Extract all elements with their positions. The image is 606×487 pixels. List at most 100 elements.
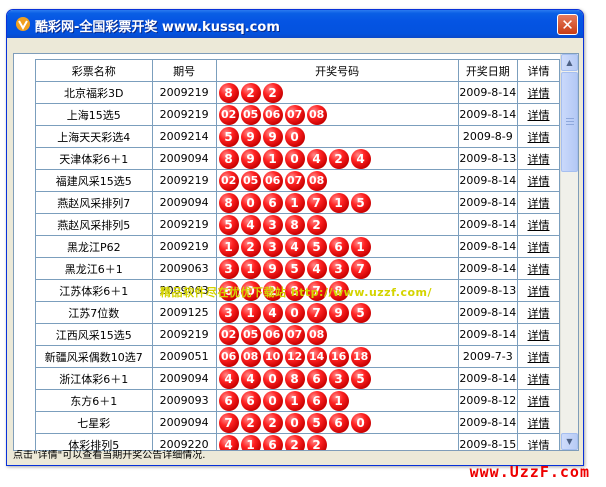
details-link[interactable]: 详情 — [528, 351, 550, 364]
issue-cell: 2009220 — [151, 433, 217, 450]
details-link[interactable]: 详情 — [528, 219, 550, 232]
scroll-thumb[interactable] — [561, 72, 578, 172]
number-ball: 4 — [218, 434, 239, 450]
number-ball: 1 — [350, 236, 371, 257]
number-ball: 9 — [262, 258, 283, 279]
number-ball: 2 — [284, 434, 305, 450]
number-ball: 1 — [328, 192, 349, 213]
draw-date-cell: 2009-8-13 — [457, 279, 519, 302]
lottery-name-cell: 上海15选5 — [35, 103, 153, 126]
number-ball: 4 — [306, 258, 327, 279]
watermark-text: 精品软件尽在优优下载站 http://www.uzzf.com/ — [160, 286, 433, 299]
winning-numbers-cell: 4408635 — [215, 367, 459, 390]
lottery-name-cell: 七星彩 — [35, 411, 153, 434]
number-ball: 9 — [240, 148, 261, 169]
number-ball: 14 — [306, 346, 327, 367]
draw-date-cell: 2009-8-12 — [457, 389, 519, 412]
vertical-scrollbar[interactable]: ▲ ▼ — [560, 54, 578, 450]
header-details: 详情 — [517, 59, 560, 82]
details-link[interactable]: 详情 — [528, 373, 550, 386]
number-ball: 5 — [218, 214, 239, 235]
draw-date-cell: 2009-8-14 — [457, 257, 519, 280]
number-ball: 05 — [240, 104, 261, 125]
details-cell: 详情 — [517, 433, 560, 451]
draw-date-cell: 2009-8-14 — [457, 235, 519, 258]
details-cell: 详情 — [517, 345, 560, 368]
details-link[interactable]: 详情 — [528, 87, 550, 100]
number-ball: 0 — [284, 412, 305, 433]
details-cell: 详情 — [517, 169, 560, 192]
details-link[interactable]: 详情 — [528, 285, 550, 298]
details-link[interactable]: 详情 — [528, 417, 550, 430]
draw-date-cell: 2009-8-9 — [457, 125, 519, 148]
number-ball: 1 — [284, 390, 305, 411]
draw-date-cell: 2009-8-14 — [457, 367, 519, 390]
number-ball: 08 — [306, 104, 327, 125]
table-row: 黑龙江6＋1 2009063 3 1 9 5 4 3 7 2009-8-14 详情 — [35, 257, 560, 280]
number-ball: 2 — [262, 412, 283, 433]
number-ball: 3 — [262, 214, 283, 235]
number-ball: 4 — [284, 236, 305, 257]
number-ball: 0 — [284, 148, 305, 169]
number-ball: 1 — [218, 236, 239, 257]
number-ball: 1 — [262, 148, 283, 169]
number-ball: 8 — [284, 214, 305, 235]
winning-numbers-cell: 822 — [215, 81, 459, 104]
issue-cell: 2009094 — [151, 191, 217, 214]
details-link[interactable]: 详情 — [528, 263, 550, 276]
number-ball: 06 — [262, 324, 283, 345]
number-ball: 9 — [328, 302, 349, 323]
details-link[interactable]: 详情 — [528, 175, 550, 188]
issue-cell: 2009094 — [151, 367, 217, 390]
lottery-list-frame: 彩票名称 期号 开奖号码 开奖日期 详情 北京福彩3D 2009219 8 2 2 200… — [13, 53, 579, 451]
details-link[interactable]: 详情 — [528, 197, 550, 210]
table-row: 黑龙江P62 2009219 1 2 3 4 5 6 1 2009-8-14 详情 — [35, 235, 560, 258]
details-link[interactable]: 详情 — [528, 153, 550, 166]
number-ball: 5 — [350, 192, 371, 213]
details-cell: 详情 — [517, 257, 560, 280]
table-row: 浙江体彩6＋1 2009094 4 4 0 8 6 3 5 2009-8-14 详情 — [35, 367, 560, 390]
scroll-up-button[interactable]: ▲ — [561, 54, 578, 71]
details-link[interactable]: 详情 — [528, 109, 550, 122]
lottery-name-cell: 上海天天彩选4 — [35, 125, 153, 148]
details-link[interactable]: 详情 — [528, 329, 550, 342]
lottery-name-cell: 燕赵风采排列5 — [35, 213, 153, 236]
number-ball: 08 — [306, 170, 327, 191]
details-cell: 详情 — [517, 147, 560, 170]
details-cell: 详情 — [517, 235, 560, 258]
details-link[interactable]: 详情 — [528, 131, 550, 144]
table-row: 江苏7位数 2009125 3 1 4 0 7 9 5 2009-8-14 详情 — [35, 301, 560, 324]
close-button[interactable]: ✕ — [557, 14, 578, 35]
table-row: 天津体彩6＋1 2009094 8 9 1 0 4 2 4 2009-8-13 详情 — [35, 147, 560, 170]
title-bar[interactable]: 酷彩网-全国彩票开奖 www.kussq.com ✕ — [7, 10, 583, 38]
table-row: 新疆风采偶数10选7 2009051 06 08 10 12 14 16 18 2009-7-3 详… — [35, 345, 560, 368]
draw-date-cell: 2009-8-14 — [457, 191, 519, 214]
number-ball: 5 — [284, 258, 305, 279]
draw-date-cell: 2009-7-3 — [457, 345, 519, 368]
number-ball: 07 — [284, 324, 305, 345]
issue-cell: 2009125 — [151, 301, 217, 324]
number-ball: 1 — [328, 390, 349, 411]
number-ball: 2 — [328, 148, 349, 169]
number-ball: 0 — [262, 390, 283, 411]
table-row: 东方6＋1 2009093 6 6 0 1 6 1 2009-8-12 详情 — [35, 389, 560, 412]
details-link[interactable]: 详情 — [528, 241, 550, 254]
number-ball: 07 — [284, 170, 305, 191]
number-ball: 9 — [240, 126, 261, 147]
lottery-name-cell: 江西风采15选5 — [35, 323, 153, 346]
number-ball: 1 — [284, 192, 305, 213]
issue-cell: 2009093 — [151, 389, 217, 412]
details-link[interactable]: 详情 — [528, 439, 550, 451]
table-row: 北京福彩3D 2009219 8 2 2 2009-8-14 详情 — [35, 81, 560, 104]
lottery-name-cell: 黑龙江P62 — [35, 235, 153, 258]
draw-date-cell: 2009-8-14 — [457, 301, 519, 324]
details-cell: 详情 — [517, 81, 560, 104]
number-ball: 2 — [262, 82, 283, 103]
number-ball: 4 — [218, 368, 239, 389]
details-link[interactable]: 详情 — [528, 395, 550, 408]
details-link[interactable]: 详情 — [528, 307, 550, 320]
issue-cell: 2009219 — [151, 103, 217, 126]
scroll-down-button[interactable]: ▼ — [561, 433, 578, 450]
number-ball: 4 — [306, 148, 327, 169]
details-cell: 详情 — [517, 191, 560, 214]
